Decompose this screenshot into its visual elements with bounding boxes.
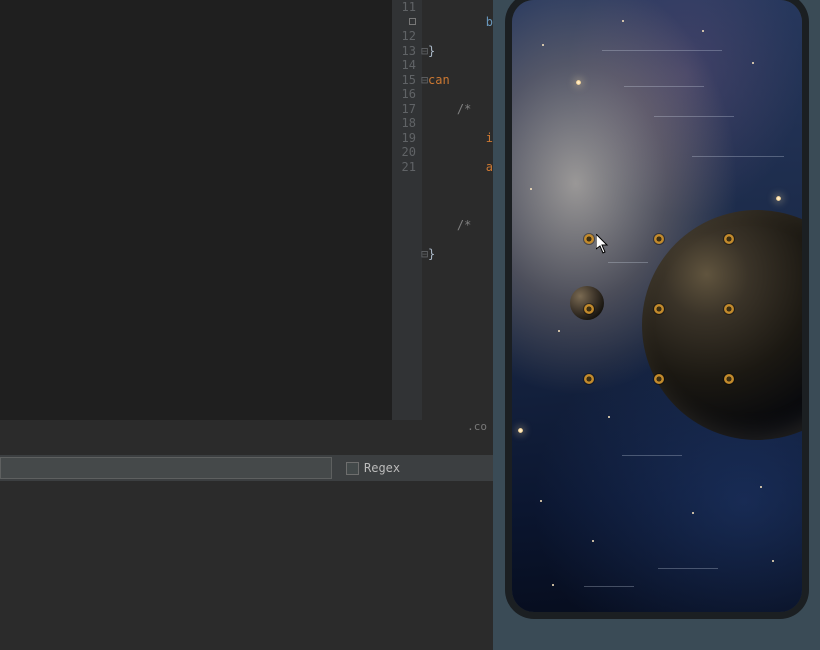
code-token: can	[428, 73, 450, 87]
editor-row: 11 12 13 14 15 16 17 18 19 20 21 b ⊟} ⊟c…	[0, 0, 493, 420]
code-editor[interactable]: 11 12 13 14 15 16 17 18 19 20 21 b ⊟} ⊟c…	[392, 0, 493, 420]
star-icon	[702, 30, 704, 32]
star-icon	[558, 330, 560, 332]
code-comment: /*	[457, 102, 479, 116]
line-number: 20	[398, 145, 416, 160]
line-number: 13	[398, 44, 416, 59]
code-token: a	[486, 160, 493, 174]
console-panel[interactable]	[0, 482, 493, 650]
pattern-dot[interactable]	[584, 234, 594, 244]
pattern-dot[interactable]	[584, 374, 594, 384]
search-bar: Regex	[0, 454, 493, 482]
code-line	[428, 276, 493, 291]
pattern-dot[interactable]	[724, 374, 734, 384]
star-icon	[552, 584, 554, 586]
planet-small	[570, 286, 604, 320]
line-number: 16	[398, 87, 416, 102]
guide-line	[608, 262, 648, 263]
search-input[interactable]	[0, 457, 332, 479]
code-token: }	[428, 44, 435, 58]
code-token: }	[428, 247, 435, 261]
code-token: i	[486, 131, 493, 145]
fold-icon[interactable]: ⊟	[421, 44, 428, 59]
line-number: 18	[398, 116, 416, 131]
spacer	[0, 436, 493, 454]
tool-panel	[0, 0, 392, 420]
star-icon	[692, 512, 694, 514]
fold-icon[interactable]: ⊟	[421, 247, 428, 262]
regex-toggle[interactable]: Regex	[346, 461, 400, 475]
line-number: 12	[398, 29, 416, 44]
line-number: 17	[398, 102, 416, 117]
regex-label: Regex	[364, 461, 400, 475]
breakpoint-icon[interactable]	[409, 18, 416, 25]
line-number: 11	[398, 0, 416, 29]
guide-line	[602, 50, 722, 51]
gutter: 11 12 13 14 15 16 17 18 19 20 21	[392, 0, 422, 420]
line-number: 14	[398, 58, 416, 73]
ide-pane: 11 12 13 14 15 16 17 18 19 20 21 b ⊟} ⊟c…	[0, 0, 493, 650]
pattern-dot[interactable]	[654, 374, 664, 384]
app-root: 11 12 13 14 15 16 17 18 19 20 21 b ⊟} ⊟c…	[0, 0, 820, 650]
star-icon	[540, 500, 542, 502]
line-number: 19	[398, 131, 416, 146]
guide-line	[658, 568, 718, 569]
star-icon	[530, 188, 532, 190]
pattern-dot[interactable]	[654, 304, 664, 314]
pattern-dot[interactable]	[724, 304, 734, 314]
star-icon	[592, 540, 594, 542]
guide-line	[622, 455, 682, 456]
star-icon	[760, 486, 762, 488]
star-icon	[518, 428, 523, 433]
code-line	[428, 305, 493, 320]
guide-line	[654, 116, 734, 117]
guide-line	[624, 86, 704, 87]
code-comment: /*	[457, 218, 479, 232]
pattern-dot[interactable]	[724, 234, 734, 244]
star-icon	[576, 80, 581, 85]
line-number: 15	[398, 73, 416, 88]
code-area[interactable]: b ⊟} ⊟can /* i a /* ⊟}	[422, 0, 493, 420]
guide-line	[692, 156, 784, 157]
code-line	[428, 189, 493, 204]
checkbox-icon[interactable]	[346, 462, 359, 475]
star-icon	[776, 196, 781, 201]
editor-status: .co	[0, 420, 493, 436]
star-icon	[608, 416, 610, 418]
guide-line	[584, 586, 634, 587]
fold-icon[interactable]: ⊟	[421, 73, 428, 88]
pattern-dot[interactable]	[584, 304, 594, 314]
line-number: 21	[398, 160, 416, 175]
star-icon	[542, 44, 544, 46]
code-token: b	[486, 15, 493, 29]
star-icon	[622, 20, 624, 22]
preview-pane	[493, 0, 820, 650]
pattern-dot[interactable]	[654, 234, 664, 244]
device-frame[interactable]	[512, 0, 802, 612]
star-icon	[752, 62, 754, 64]
star-icon	[772, 560, 774, 562]
